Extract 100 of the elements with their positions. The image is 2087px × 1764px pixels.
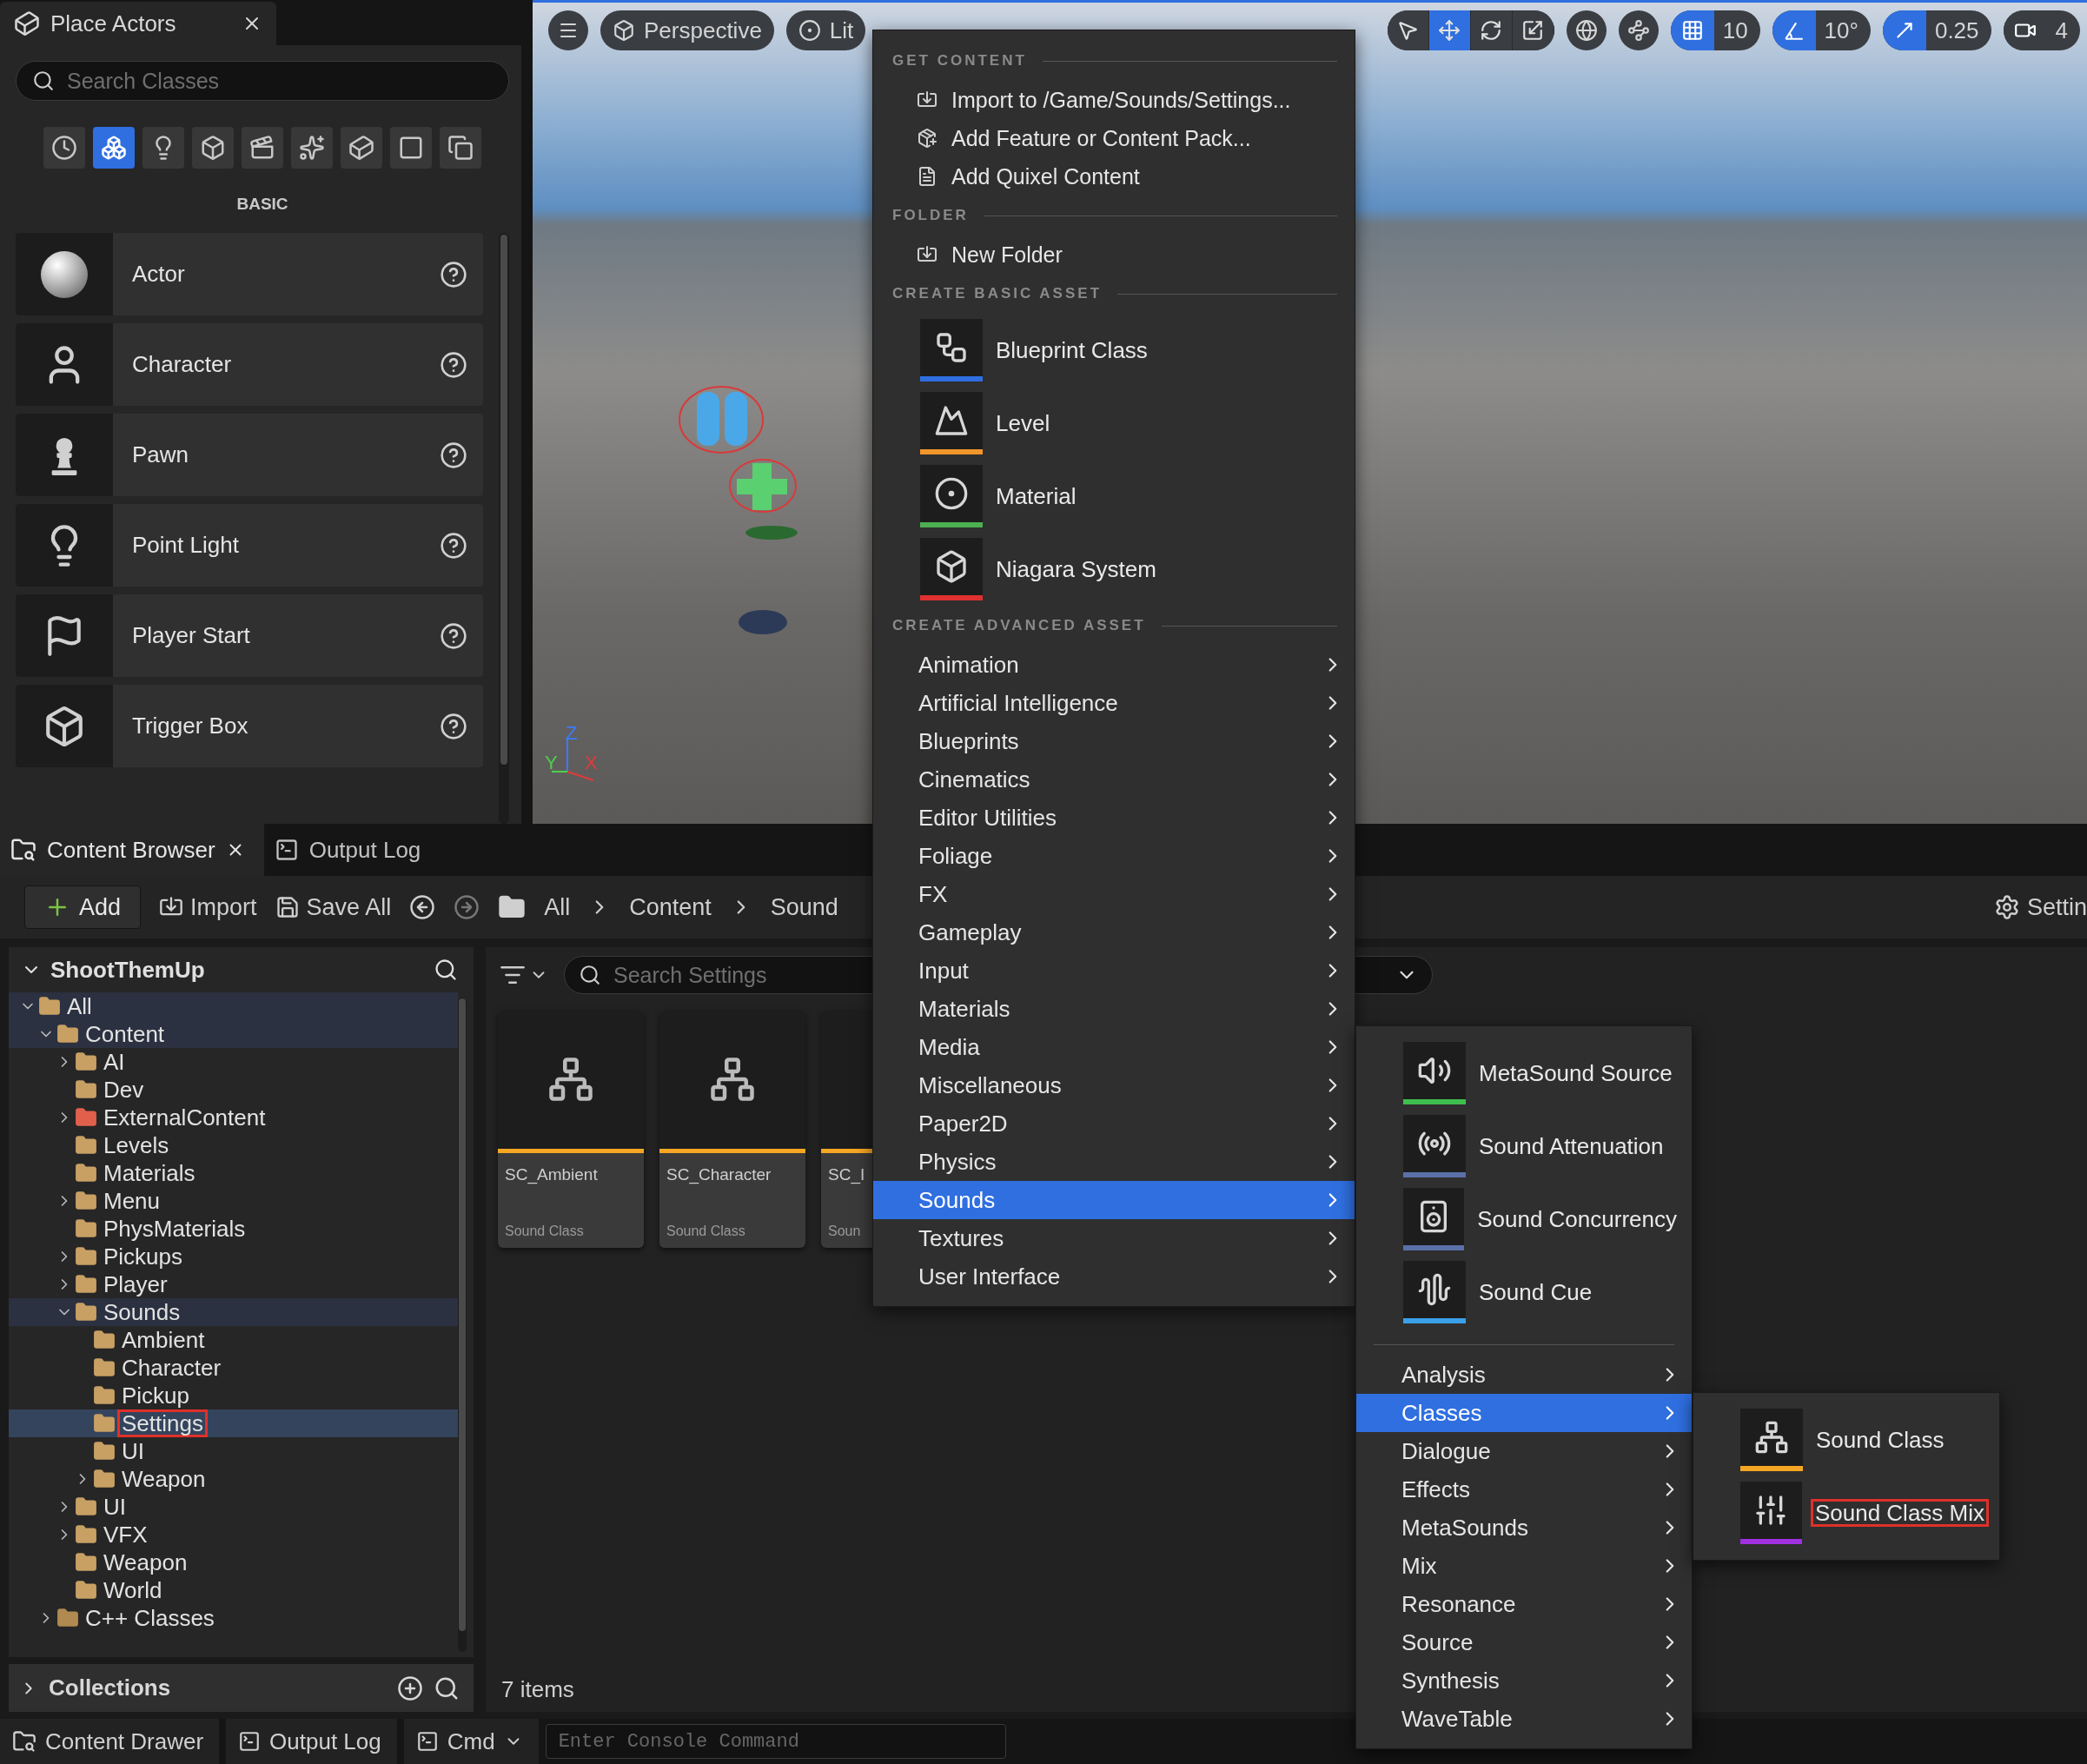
save-all-button[interactable]: Save All [275, 893, 392, 921]
tree-item[interactable]: Ambient [9, 1326, 458, 1354]
category-tab[interactable] [291, 127, 333, 169]
menu-option[interactable]: Animation [873, 646, 1355, 684]
help-icon[interactable] [440, 621, 467, 650]
tree-item[interactable]: Weapon [9, 1548, 458, 1576]
cmd-button[interactable]: Cmd [403, 1719, 539, 1764]
help-icon[interactable] [440, 531, 467, 560]
menu-option[interactable]: New Folder [873, 235, 1355, 274]
output-log-button[interactable]: Output Log [226, 1719, 397, 1764]
tree-item[interactable]: Settings [9, 1409, 458, 1437]
tree-item[interactable]: AI [9, 1048, 458, 1076]
menu-option[interactable]: MetaSounds [1356, 1509, 1692, 1547]
menu-option[interactable]: Sound Attenuation [1356, 1110, 1692, 1183]
menu-option[interactable]: WaveTable [1356, 1700, 1692, 1738]
menu-option[interactable]: Sound Concurrency [1356, 1183, 1692, 1256]
tree-item[interactable]: Character [9, 1354, 458, 1382]
tree-item[interactable]: Pickups [9, 1243, 458, 1270]
tree-item[interactable]: UI [9, 1493, 458, 1521]
menu-option[interactable]: Sound Class Mix [1693, 1476, 1999, 1549]
help-icon[interactable] [440, 260, 467, 288]
menu-option[interactable]: FX [873, 875, 1355, 913]
actor-item[interactable]: Trigger Box [16, 685, 483, 767]
menu-option[interactable]: Add Feature or Content Pack... [873, 119, 1355, 157]
content-drawer-button[interactable]: Content Drawer [0, 1719, 220, 1764]
help-icon[interactable] [440, 712, 467, 740]
tree-item[interactable]: UI [9, 1437, 458, 1465]
tree-item[interactable]: Materials [9, 1159, 458, 1187]
add-icon[interactable] [397, 1674, 423, 1701]
menu-option[interactable]: Blueprint Class [873, 314, 1355, 387]
menu-option[interactable]: Editor Utilities [873, 799, 1355, 837]
tree-item[interactable]: ExternalContent [9, 1104, 458, 1131]
actor-item[interactable]: Pawn [16, 414, 483, 496]
menu-option[interactable]: Textures [873, 1219, 1355, 1257]
menu-option[interactable]: Add Quixel Content [873, 157, 1355, 196]
menu-option[interactable]: Import to /Game/Sounds/Settings... [873, 81, 1355, 119]
menu-option[interactable]: Blueprints [873, 722, 1355, 760]
menu-option[interactable]: Gameplay [873, 913, 1355, 952]
menu-option[interactable]: Cinematics [873, 760, 1355, 799]
tree-item[interactable]: Menu [9, 1187, 458, 1215]
menu-option[interactable]: Sounds [873, 1181, 1355, 1219]
menu-option[interactable]: Level [873, 387, 1355, 460]
panel-tab[interactable]: Content Browser [0, 824, 264, 876]
actor-item[interactable]: Point Light [16, 504, 483, 587]
menu-option[interactable]: Materials [873, 990, 1355, 1028]
menu-option[interactable]: Sound Class [1693, 1403, 1999, 1476]
snap-button[interactable]: 0.25 [1882, 10, 1991, 50]
menu-option[interactable]: Material [873, 460, 1355, 533]
transform-tool-button[interactable] [1428, 10, 1471, 50]
view-mode-button[interactable]: Perspective [600, 10, 774, 50]
asset-tile[interactable]: SC_Ambient Sound Class [498, 1010, 644, 1248]
back-icon[interactable] [409, 894, 436, 920]
add-button[interactable]: Add [24, 885, 142, 929]
menu-option[interactable]: Paper2D [873, 1104, 1355, 1143]
tree-item[interactable]: World [9, 1576, 458, 1604]
settings-button[interactable]: Settin [1993, 893, 2087, 921]
actor-item[interactable]: Character [16, 323, 483, 406]
menu-option[interactable]: Classes [1356, 1394, 1692, 1432]
asset-tile[interactable]: SC_Character Sound Class [659, 1010, 805, 1248]
breadcrumb-link[interactable]: All [544, 893, 571, 921]
menu-option[interactable]: Dialogue [1356, 1432, 1692, 1470]
breadcrumb-link[interactable]: Sound [770, 893, 838, 921]
menu-option[interactable]: Sound Cue [1356, 1256, 1692, 1329]
tree-item[interactable]: PhysMaterials [9, 1215, 458, 1243]
menu-option[interactable]: MetaSound Source [1356, 1037, 1692, 1110]
category-tab[interactable] [440, 127, 481, 169]
menu-option[interactable]: Source [1356, 1623, 1692, 1661]
help-icon[interactable] [440, 441, 467, 469]
menu-option[interactable]: Foliage [873, 837, 1355, 875]
menu-option[interactable]: Mix [1356, 1547, 1692, 1585]
tree-item[interactable]: Pickup [9, 1382, 458, 1409]
tree-item[interactable]: Content [9, 1020, 458, 1048]
tree-item[interactable]: Levels [9, 1131, 458, 1159]
category-tab[interactable] [341, 127, 382, 169]
tree-item[interactable]: Weapon [9, 1465, 458, 1493]
menu-option[interactable]: Miscellaneous [873, 1066, 1355, 1104]
menu-option[interactable]: Input [873, 952, 1355, 990]
tree-item[interactable]: Dev [9, 1076, 458, 1104]
menu-option[interactable]: Resonance [1356, 1585, 1692, 1623]
forward-icon[interactable] [454, 894, 480, 920]
search-icon[interactable] [434, 958, 458, 982]
tree-item[interactable]: Sounds [9, 1298, 458, 1326]
help-icon[interactable] [440, 350, 467, 379]
actor-item[interactable]: Player Start [16, 594, 483, 677]
tree-item[interactable]: All [9, 992, 458, 1020]
panel-tab[interactable]: Output Log [263, 824, 441, 876]
menu-option[interactable]: Effects [1356, 1470, 1692, 1509]
category-tab[interactable] [93, 127, 135, 169]
tree-item[interactable]: VFX [9, 1521, 458, 1548]
menu-option[interactable]: Artificial Intelligence [873, 684, 1355, 722]
panel-tab[interactable]: Place Actors [0, 2, 276, 45]
category-tab[interactable] [142, 127, 184, 169]
category-tab[interactable] [43, 127, 85, 169]
import-button[interactable]: Import [159, 893, 257, 921]
menu-option[interactable]: Analysis [1356, 1356, 1692, 1394]
actor-item[interactable]: Actor [16, 233, 483, 315]
menu-option[interactable]: Niagara System [873, 533, 1355, 606]
menu-option[interactable]: User Interface [873, 1257, 1355, 1296]
category-tab[interactable] [390, 127, 432, 169]
category-tab[interactable] [242, 127, 283, 169]
